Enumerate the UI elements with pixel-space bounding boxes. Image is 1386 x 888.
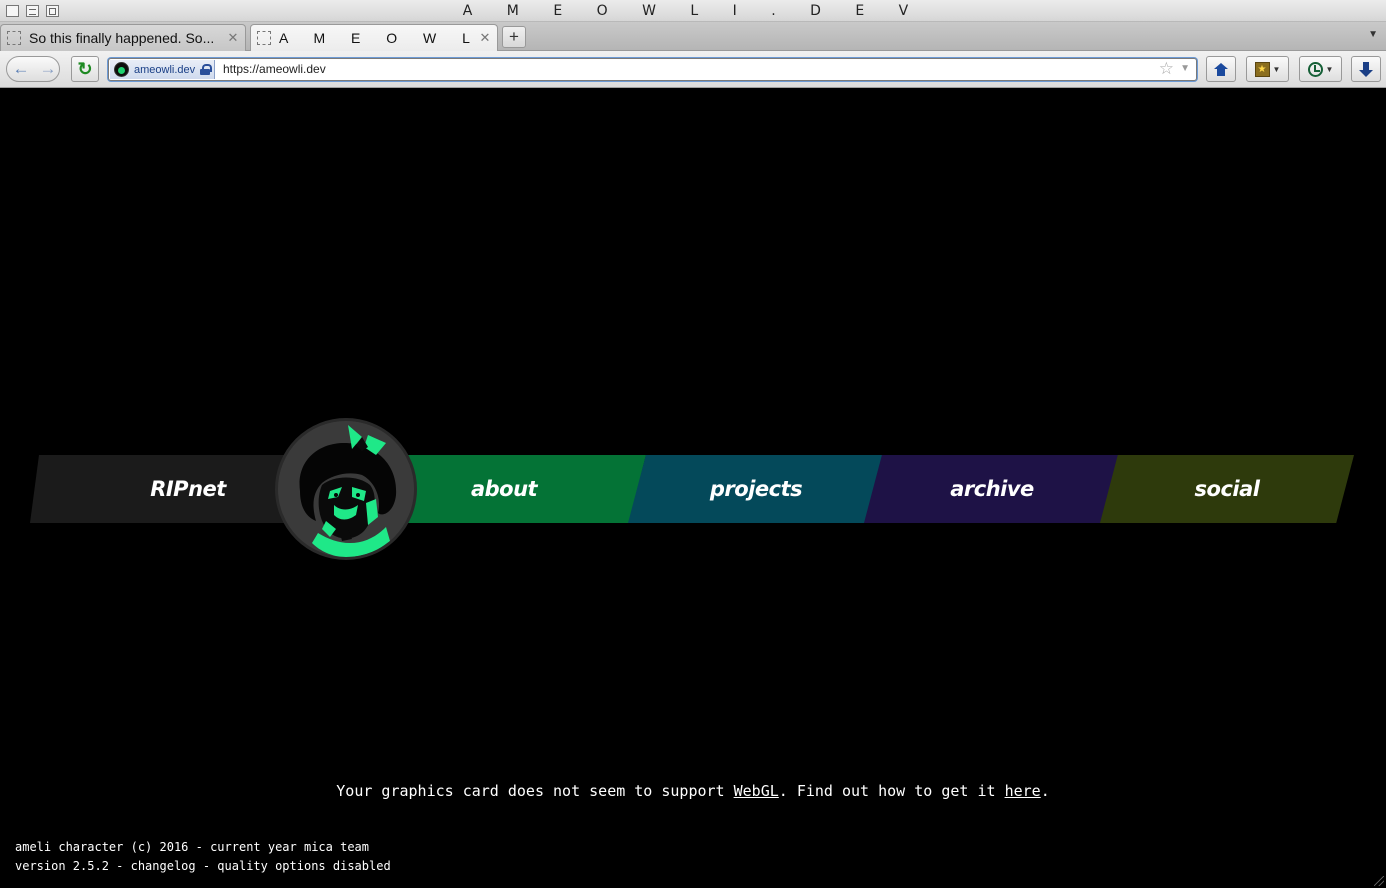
- chevron-down-icon[interactable]: ▼: [1368, 29, 1378, 40]
- menu-item-projects[interactable]: projects: [628, 455, 884, 523]
- bookmark-star-icon[interactable]: ☆: [1159, 59, 1174, 79]
- site-favicon-icon: [114, 62, 129, 77]
- chevron-down-icon: ▼: [1272, 64, 1281, 74]
- forward-arrow-icon[interactable]: →: [37, 57, 59, 81]
- chevron-down-icon: ▼: [1325, 64, 1334, 74]
- lock-icon: [200, 64, 213, 75]
- page-favicon-icon: [257, 31, 271, 45]
- page-content: RIPnet about projects archive social You…: [0, 88, 1386, 888]
- reload-icon[interactable]: ↻: [71, 56, 99, 82]
- menu-item-label: social: [1194, 477, 1260, 501]
- history-clock-icon: [1307, 61, 1323, 77]
- tab-bar: So this finally happened. So... ✕ A M E …: [0, 22, 1386, 51]
- menu-item-label: about: [470, 477, 538, 501]
- chevron-down-icon[interactable]: ▼: [1180, 63, 1190, 74]
- site-identity-button[interactable]: ameowli.dev: [110, 60, 216, 79]
- menu-item-social[interactable]: social: [1100, 455, 1354, 523]
- tab-inactive[interactable]: So this finally happened. So... ✕: [0, 24, 246, 51]
- webgl-text: .: [1040, 782, 1050, 800]
- page-favicon-icon: [7, 31, 21, 45]
- history-button[interactable]: ▼: [1299, 56, 1342, 82]
- version-line: version 2.5.2 - changelog - quality opti…: [15, 859, 391, 873]
- character-avatar-icon: [278, 421, 414, 557]
- bookmarks-button[interactable]: ★ ▼: [1246, 56, 1289, 82]
- page-footer: ameli character (c) 2016 - current year …: [15, 838, 391, 876]
- close-icon[interactable]: ✕: [479, 30, 491, 46]
- webgl-text: . Find out how to get it: [778, 782, 1005, 800]
- bookmarks-icon: ★: [1254, 61, 1270, 77]
- home-button[interactable]: [1206, 56, 1236, 82]
- tab-label: A M E O W L I...: [279, 30, 471, 46]
- url-input[interactable]: https://ameowli.dev: [223, 62, 326, 76]
- get-webgl-link[interactable]: here: [1005, 782, 1041, 800]
- menu-item-about[interactable]: about: [378, 455, 646, 523]
- navigation-toolbar: ← → ↻ ameowli.dev https://ameowli.dev ☆ …: [0, 51, 1386, 88]
- tab-label: So this finally happened. So...: [29, 30, 215, 46]
- window-resize-handle[interactable]: [1374, 876, 1384, 886]
- downloads-button[interactable]: [1351, 56, 1381, 82]
- webgl-text: Your graphics card does not seem to supp…: [336, 782, 734, 800]
- copyright-line: ameli character (c) 2016 - current year …: [15, 840, 370, 854]
- menu-item-label: RIPnet: [150, 477, 226, 501]
- new-tab-button[interactable]: +: [502, 26, 526, 48]
- site-identity-label: ameowli.dev: [134, 63, 196, 76]
- back-forward-group: ← →: [6, 56, 60, 82]
- window-title: A M E O W L I . D E V: [462, 3, 924, 19]
- webgl-link[interactable]: WebGL: [734, 782, 779, 800]
- tab-active[interactable]: A M E O W L I... ✕: [250, 24, 498, 51]
- menu-item-label: projects: [709, 477, 803, 501]
- menu-item-label: archive: [950, 477, 1034, 501]
- webgl-warning: Your graphics card does not seem to supp…: [0, 782, 1386, 800]
- download-icon: [1359, 61, 1373, 77]
- avatar[interactable]: [275, 418, 417, 560]
- url-bar[interactable]: ameowli.dev https://ameowli.dev ☆ ▼: [108, 58, 1197, 81]
- menu-item-archive[interactable]: archive: [864, 455, 1120, 523]
- close-icon[interactable]: ✕: [227, 30, 239, 46]
- window-titlebar: A M E O W L I . D E V: [0, 0, 1386, 22]
- home-icon: [1214, 62, 1228, 76]
- back-arrow-icon[interactable]: ←: [7, 57, 35, 81]
